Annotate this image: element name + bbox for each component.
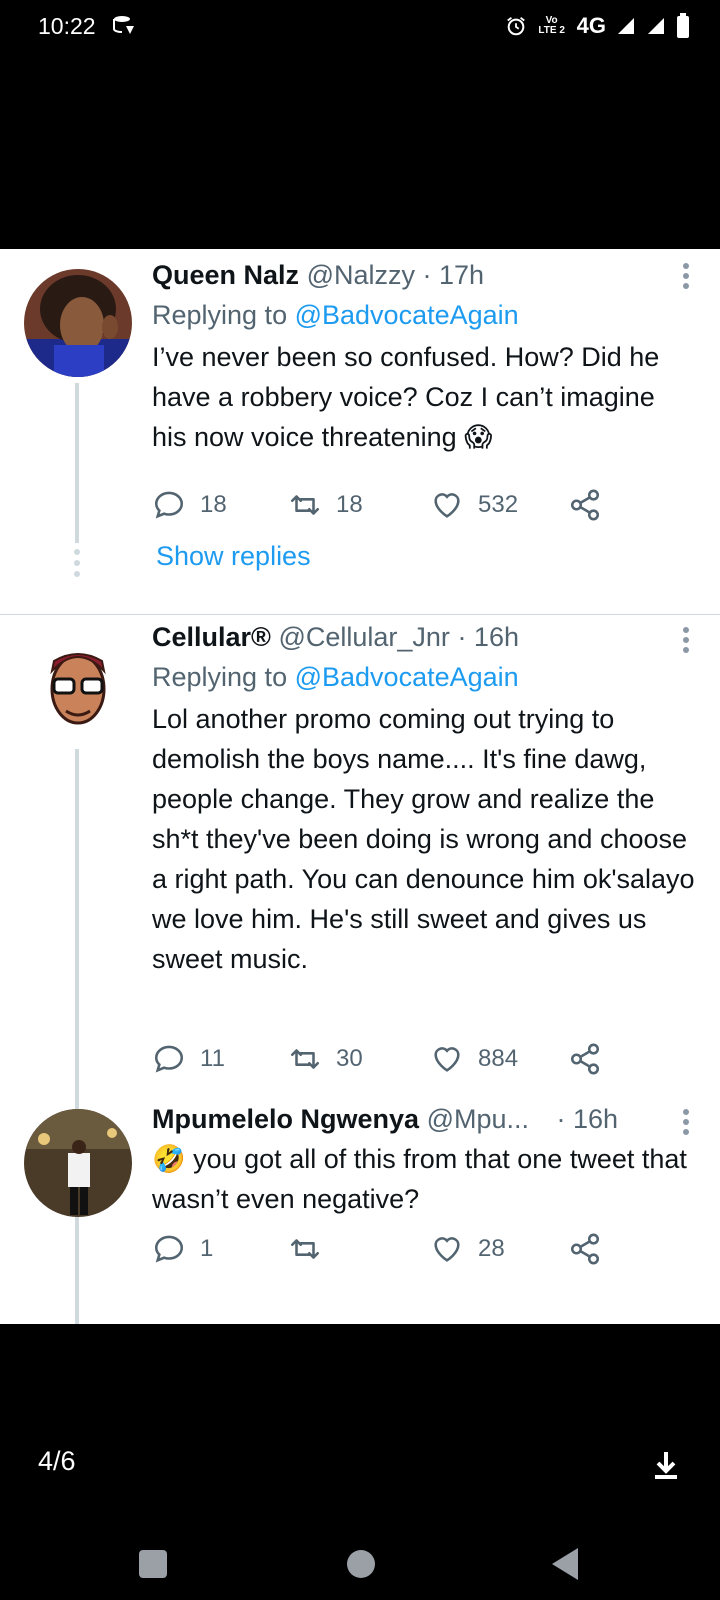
author-handle[interactable]: @Cellular_Jnr [278, 622, 449, 652]
retweet-button[interactable]: 30 [288, 1039, 363, 1079]
tweet-actions: 18 18 532 [152, 485, 622, 525]
tweet-time: · 16h [457, 622, 519, 652]
divider [0, 614, 720, 615]
tweet-header: Cellular® @Cellular_Jnr · 16h [152, 617, 696, 657]
show-replies-link[interactable]: Show replies [156, 541, 311, 572]
tweet-text: Lol another promo coming out trying to d… [152, 704, 695, 974]
author-name[interactable]: Mpumelelo Ngwenya [152, 1104, 419, 1134]
share-button[interactable] [568, 1039, 602, 1079]
reply-button[interactable]: 18 [152, 485, 227, 525]
author-name[interactable]: Cellular® [152, 622, 271, 652]
share-icon [570, 1043, 600, 1075]
reply-count: 18 [200, 491, 227, 518]
battery-icon [677, 13, 689, 38]
retweet-count: 18 [336, 491, 363, 518]
retweet-icon [290, 1049, 320, 1069]
system-nav-bar [0, 1530, 720, 1600]
retweet-count: 30 [336, 1045, 363, 1072]
like-count: 28 [478, 1235, 505, 1262]
heart-icon [434, 1047, 460, 1072]
data-saver-icon [113, 16, 134, 34]
retweet-button[interactable]: 18 [288, 485, 363, 525]
author-name[interactable]: Queen Nalz [152, 260, 299, 290]
replying-to-label: Replying to [152, 300, 288, 330]
reply-icon [154, 1045, 184, 1073]
retweet-icon [290, 495, 320, 515]
like-count: 532 [478, 491, 519, 518]
share-button[interactable] [568, 485, 602, 525]
more-vertical-icon[interactable] [676, 625, 696, 655]
avatar-mpumelelo[interactable] [24, 1109, 132, 1217]
share-icon [570, 1233, 600, 1265]
author-handle[interactable]: @Mpu... [427, 1104, 529, 1134]
reply-icon [154, 491, 184, 519]
back-button[interactable] [546, 1544, 586, 1584]
recents-button[interactable] [133, 1544, 173, 1584]
signal-icon-2 [648, 18, 664, 34]
image-pager: 4/6 [38, 1446, 76, 1476]
reply-count: 1 [200, 1235, 214, 1262]
thread-line [75, 383, 79, 543]
replying-to: Replying to @BadvocateAgain [152, 657, 696, 697]
replying-to-handle[interactable]: @BadvocateAgain [295, 662, 519, 692]
reply-button[interactable]: 1 [152, 1229, 213, 1269]
tweet-actions: 11 30 884 [152, 1039, 622, 1079]
like-count: 884 [478, 1045, 519, 1072]
tweet-time: · 16h [556, 1104, 619, 1134]
thread-line [75, 1225, 79, 1324]
network-type: 4G [576, 13, 606, 38]
tweet-actions: 1 28 [152, 1229, 622, 1269]
status-time: 10:22 [38, 13, 96, 39]
replying-to: Replying to @BadvocateAgain [152, 295, 696, 335]
share-button[interactable] [568, 1229, 602, 1269]
tweet-header: Queen Nalz @Nalzzy · 17h [152, 255, 696, 295]
thread-dots [74, 549, 80, 582]
like-button[interactable]: 532 [430, 485, 518, 525]
avatar-cellular[interactable] [24, 631, 132, 739]
tweet-header: Mpumelelo Ngwenya @Mpu... · 16h [152, 1099, 696, 1139]
replying-to-label: Replying to [152, 662, 288, 692]
replying-to-handle[interactable]: @BadvocateAgain [295, 300, 519, 330]
author-handle[interactable]: @Nalzzy [307, 260, 415, 290]
download-icon[interactable] [652, 1450, 680, 1480]
status-bar: 10:22 Vo LTE 2 4G [0, 0, 720, 52]
avatar-queen-nalz[interactable] [24, 269, 132, 377]
retweet-icon [290, 1239, 320, 1259]
more-vertical-icon[interactable] [676, 1107, 696, 1137]
heart-icon [434, 1237, 460, 1262]
tweet-time: · 17h [422, 260, 485, 290]
reply-button[interactable]: 11 [152, 1039, 225, 1079]
share-icon [570, 489, 600, 521]
volte-indicator: Vo LTE 2 [538, 15, 565, 36]
heart-icon [434, 493, 460, 518]
tweet-thread-card: Queen Nalz @Nalzzy · 17h Replying to @Ba… [0, 249, 720, 1324]
signal-icon [618, 18, 634, 34]
reply-icon [154, 1235, 184, 1263]
reply-count: 11 [200, 1045, 225, 1072]
alarm-icon [506, 17, 525, 36]
home-button[interactable] [341, 1544, 381, 1584]
tweet-text: 🤣 you got all of this from that one twee… [152, 1144, 687, 1214]
like-button[interactable]: 28 [430, 1229, 505, 1269]
tweet-text: I’ve never been so confused. How? Did he… [152, 342, 660, 452]
more-vertical-icon[interactable] [676, 261, 696, 291]
retweet-button[interactable] [288, 1229, 336, 1269]
like-button[interactable]: 884 [430, 1039, 518, 1079]
